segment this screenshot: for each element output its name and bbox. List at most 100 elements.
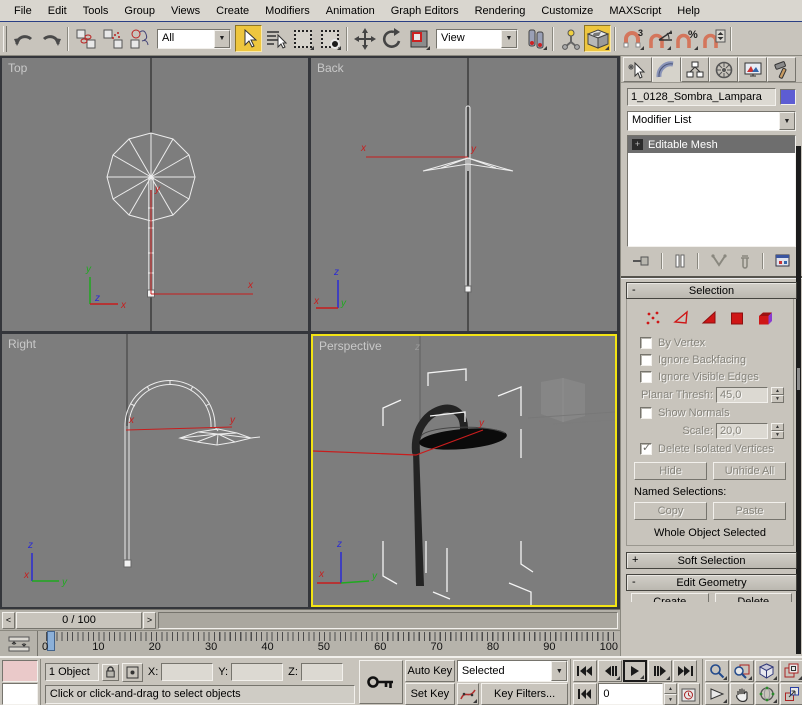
mini-listener-script-line[interactable] bbox=[2, 683, 38, 705]
unlink-selection-button[interactable] bbox=[99, 25, 126, 52]
show-end-result-icon[interactable] bbox=[673, 253, 687, 269]
select-by-name-button[interactable] bbox=[262, 25, 289, 52]
menu-help[interactable]: Help bbox=[669, 2, 708, 20]
menu-views[interactable]: Views bbox=[163, 2, 208, 20]
modifier-stack-item[interactable]: + Editable Mesh bbox=[628, 136, 795, 153]
object-name-field[interactable]: 1_0128_Sombra_Lampara bbox=[627, 88, 776, 106]
menu-group[interactable]: Group bbox=[116, 2, 163, 20]
create-button[interactable]: Create bbox=[631, 593, 709, 602]
menu-rendering[interactable]: Rendering bbox=[467, 2, 534, 20]
z-coord-field[interactable] bbox=[301, 663, 343, 681]
subobject-expand-icon[interactable]: + bbox=[632, 139, 643, 150]
snap-toggle-3d-button[interactable]: 3 bbox=[619, 25, 646, 52]
ignore-backfacing-checkbox[interactable] bbox=[640, 354, 652, 366]
viewport-right[interactable]: x y z x y Right bbox=[2, 334, 308, 607]
go-to-start-button[interactable] bbox=[573, 660, 597, 682]
time-slider-track[interactable] bbox=[158, 612, 618, 629]
make-unique-icon[interactable] bbox=[710, 253, 728, 269]
select-and-link-button[interactable] bbox=[72, 25, 99, 52]
delete-isolated-vertices-checkbox[interactable]: ✓ bbox=[640, 443, 652, 455]
ignore-visible-edges-checkbox[interactable] bbox=[640, 371, 652, 383]
tab-hierarchy[interactable] bbox=[681, 57, 710, 82]
viewport-perspective[interactable]: z bbox=[311, 334, 617, 607]
pan-view-button[interactable] bbox=[730, 683, 754, 705]
percent-snap-toggle-button[interactable]: % bbox=[673, 25, 700, 52]
zoom-extents-all-button[interactable] bbox=[780, 660, 802, 682]
zoom-extents-button[interactable] bbox=[755, 660, 779, 682]
go-to-end-button[interactable] bbox=[673, 660, 697, 682]
combo-arrow-icon[interactable]: ▼ bbox=[779, 112, 795, 130]
menu-tools[interactable]: Tools bbox=[75, 2, 117, 20]
tab-display[interactable] bbox=[738, 57, 767, 82]
normals-scale-field[interactable]: 20,0 bbox=[716, 423, 768, 439]
select-object-button[interactable] bbox=[235, 25, 262, 52]
x-coord-field[interactable] bbox=[161, 663, 213, 681]
configure-modifier-sets-icon[interactable] bbox=[774, 253, 792, 269]
spinner-up-icon[interactable]: ▲ bbox=[664, 683, 677, 694]
menu-modifiers[interactable]: Modifiers bbox=[257, 2, 318, 20]
key-filters-button[interactable]: Key Filters... bbox=[481, 683, 569, 705]
key-mode-combo[interactable]: Selected ▼ bbox=[457, 660, 569, 682]
field-of-view-button[interactable] bbox=[705, 683, 729, 705]
tab-utilities[interactable] bbox=[767, 57, 796, 82]
combo-arrow-icon[interactable]: ▼ bbox=[551, 661, 567, 681]
menu-edit[interactable]: Edit bbox=[40, 2, 75, 20]
planar-thresh-spinner[interactable]: ▲▼ bbox=[771, 387, 784, 403]
modifier-stack[interactable]: + Editable Mesh bbox=[627, 135, 796, 247]
angle-snap-toggle-button[interactable] bbox=[646, 25, 673, 52]
current-frame-field[interactable]: 0 bbox=[598, 683, 663, 705]
next-frame-step-button[interactable] bbox=[648, 660, 672, 682]
soft-selection-rollout-header[interactable]: + Soft Selection bbox=[626, 552, 797, 569]
menu-create[interactable]: Create bbox=[208, 2, 257, 20]
select-and-scale-button[interactable] bbox=[405, 25, 432, 52]
spinner-up-icon[interactable]: ▲ bbox=[771, 387, 784, 395]
set-key-button[interactable]: Set Key bbox=[405, 683, 455, 705]
select-and-manipulate-button[interactable] bbox=[557, 25, 584, 52]
spinner-down-icon[interactable]: ▼ bbox=[771, 431, 784, 439]
menu-file[interactable]: File bbox=[6, 2, 40, 20]
absolute-offset-toggle[interactable] bbox=[122, 663, 143, 682]
expand-icon[interactable]: + bbox=[632, 554, 638, 566]
element-subobject-button[interactable] bbox=[757, 310, 775, 326]
time-slider-handle[interactable]: 0 / 100 bbox=[16, 612, 142, 629]
edge-subobject-button[interactable] bbox=[673, 310, 690, 326]
bind-to-space-warp-button[interactable] bbox=[126, 25, 153, 52]
collapse-icon[interactable]: - bbox=[632, 576, 636, 588]
selection-lock-toggle[interactable] bbox=[102, 664, 119, 681]
previous-frame-step-button[interactable] bbox=[598, 660, 622, 682]
viewport-top[interactable]: x y y x z Top bbox=[2, 58, 308, 331]
show-normals-checkbox[interactable] bbox=[640, 407, 652, 419]
min-max-toggle-button[interactable] bbox=[780, 683, 802, 705]
mini-curve-editor-button[interactable] bbox=[0, 631, 38, 656]
remove-modifier-icon[interactable] bbox=[738, 253, 752, 269]
tab-modify[interactable] bbox=[652, 57, 681, 82]
combo-arrow-icon[interactable]: ▼ bbox=[501, 30, 517, 48]
track-bar-ruler[interactable]: 0 10 20 30 40 50 60 70 80 90 100 bbox=[38, 631, 620, 656]
delete-button[interactable]: Delete bbox=[715, 593, 793, 602]
undo-button[interactable] bbox=[10, 25, 37, 52]
combo-arrow-icon[interactable]: ▼ bbox=[214, 30, 230, 48]
toolbar-grip[interactable] bbox=[3, 26, 7, 52]
by-vertex-checkbox[interactable] bbox=[640, 337, 652, 349]
menu-animation[interactable]: Animation bbox=[318, 2, 383, 20]
face-subobject-button[interactable] bbox=[701, 310, 718, 326]
vertex-subobject-button[interactable] bbox=[645, 310, 662, 326]
tab-motion[interactable] bbox=[709, 57, 738, 82]
play-animation-button[interactable] bbox=[623, 660, 647, 682]
reference-coord-combo[interactable]: View ▼ bbox=[436, 29, 518, 49]
time-configuration-button[interactable] bbox=[678, 683, 700, 705]
arc-rotate-button[interactable] bbox=[755, 683, 779, 705]
mini-listener-macro-line[interactable] bbox=[2, 660, 38, 682]
menu-graph-editors[interactable]: Graph Editors bbox=[383, 2, 467, 20]
use-pivot-point-center-button[interactable] bbox=[522, 25, 549, 52]
previous-frame-button[interactable]: < bbox=[2, 612, 15, 629]
collapse-icon[interactable]: - bbox=[632, 284, 636, 296]
spinner-down-icon[interactable]: ▼ bbox=[664, 694, 677, 705]
modifier-list-combo[interactable]: Modifier List ▼ bbox=[627, 111, 796, 131]
spinner-up-icon[interactable]: ▲ bbox=[771, 423, 784, 431]
menu-maxscript[interactable]: MAXScript bbox=[601, 2, 669, 20]
redo-button[interactable] bbox=[37, 25, 64, 52]
set-keys-button[interactable] bbox=[359, 660, 403, 704]
zoom-all-button[interactable] bbox=[730, 660, 754, 682]
select-and-rotate-button[interactable] bbox=[378, 25, 405, 52]
